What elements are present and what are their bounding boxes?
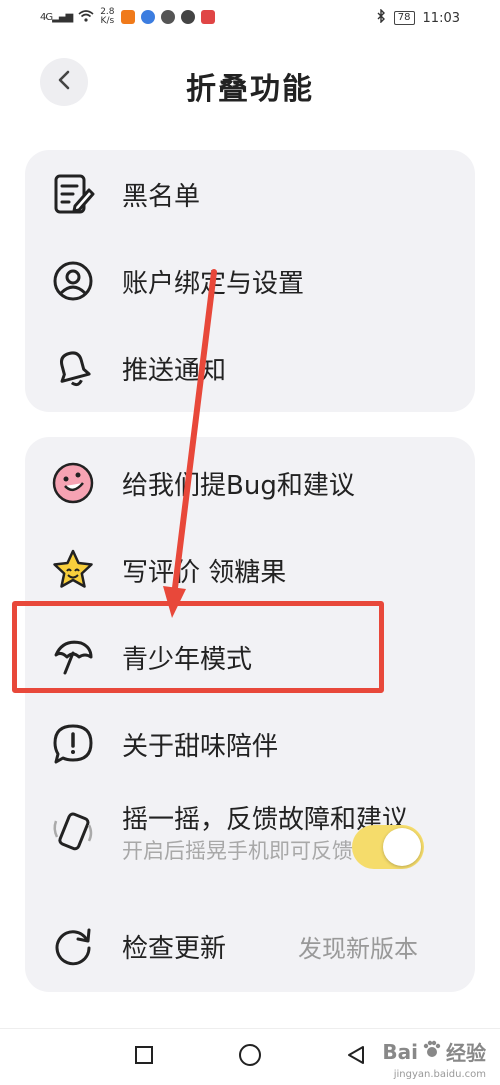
- status-bar: 4G▂▄▆ 2.8 K/s 78 11:03: [0, 0, 500, 36]
- list-item-blacklist[interactable]: 黑名单: [25, 152, 475, 236]
- list-item-account-binding[interactable]: 账户绑定与设置: [25, 239, 475, 323]
- chat-app-icon: [180, 10, 195, 24]
- user-circle-icon: [51, 259, 95, 303]
- bug-face-icon: [51, 461, 95, 505]
- battery-indicator: 78: [393, 11, 415, 25]
- toggle-knob: [383, 828, 421, 866]
- watermark-brand-suffix: 经验: [446, 1041, 486, 1065]
- watermark-url: jingyan.baidu.com: [393, 1069, 486, 1080]
- signal-icon: 4G▂▄▆: [40, 11, 73, 23]
- network-speed: 2.8 K/s: [100, 8, 114, 26]
- list-item-label: 黑名单: [122, 181, 201, 212]
- document-edit-icon: [51, 172, 95, 216]
- list-item-bug-report[interactable]: 给我们提Bug和建议: [25, 441, 475, 525]
- list-item-push-notification[interactable]: 推送通知: [25, 326, 475, 410]
- refresh-icon: [51, 924, 95, 968]
- list-item-sublabel: 开启后摇晃手机即可反馈: [122, 839, 353, 863]
- settings-group-feedback: 给我们提Bug和建议 写评价 领糖果 青少年模式 关于甜味陪伴 摇一摇，反馈故障…: [25, 437, 475, 992]
- bell-icon: [51, 346, 95, 390]
- page-title: 折叠功能: [186, 72, 314, 107]
- music-app-icon: [140, 10, 155, 24]
- list-item-label: 推送通知: [122, 355, 227, 386]
- settings-group-account: 黑名单 账户绑定与设置 推送通知: [25, 150, 475, 412]
- star-face-icon: [51, 548, 95, 592]
- app-icon: [160, 10, 175, 24]
- triangle-back-icon: [345, 1044, 367, 1070]
- red-app-icon: [200, 10, 215, 24]
- back-nav-button[interactable]: [342, 1043, 370, 1071]
- list-item-label: 关于甜味陪伴: [122, 731, 279, 762]
- info-bubble-icon: [51, 722, 95, 766]
- list-item-label: 写评价 领糖果: [122, 557, 287, 588]
- list-item-about[interactable]: 关于甜味陪伴: [25, 702, 475, 786]
- wifi-icon: [78, 9, 94, 25]
- list-item-rate-app[interactable]: 写评价 领糖果: [25, 528, 475, 612]
- header: 折叠功能: [0, 50, 500, 114]
- network-type: 4G: [40, 11, 53, 23]
- shake-feedback-toggle[interactable]: [352, 825, 424, 869]
- system-nav-bar: Bai 经验 jingyan.baidu.com: [0, 1028, 500, 1085]
- list-item-label: 给我们提Bug和建议: [122, 470, 355, 501]
- clock: 11:03: [422, 10, 460, 26]
- recent-apps-button[interactable]: [130, 1043, 158, 1071]
- paw-icon: [422, 1039, 442, 1064]
- bluetooth-icon: [376, 8, 386, 27]
- square-icon: [134, 1045, 154, 1069]
- home-button[interactable]: [236, 1043, 264, 1071]
- baidu-jingyan-watermark: Bai 经验 jingyan.baidu.com: [382, 1037, 486, 1081]
- shake-phone-icon: [51, 809, 95, 853]
- circle-icon: [238, 1043, 262, 1071]
- list-item-label: 检查更新: [122, 933, 227, 964]
- watermark-brand: Bai: [382, 1039, 418, 1064]
- list-item-label: 账户绑定与设置: [122, 268, 305, 299]
- annotation-highlight-box: [12, 601, 384, 693]
- list-item-check-update[interactable]: 检查更新 发现新版本: [25, 904, 475, 988]
- update-status: 发现新版本: [298, 934, 418, 963]
- speed-unit: K/s: [100, 16, 115, 26]
- taobao-app-icon: [120, 10, 135, 24]
